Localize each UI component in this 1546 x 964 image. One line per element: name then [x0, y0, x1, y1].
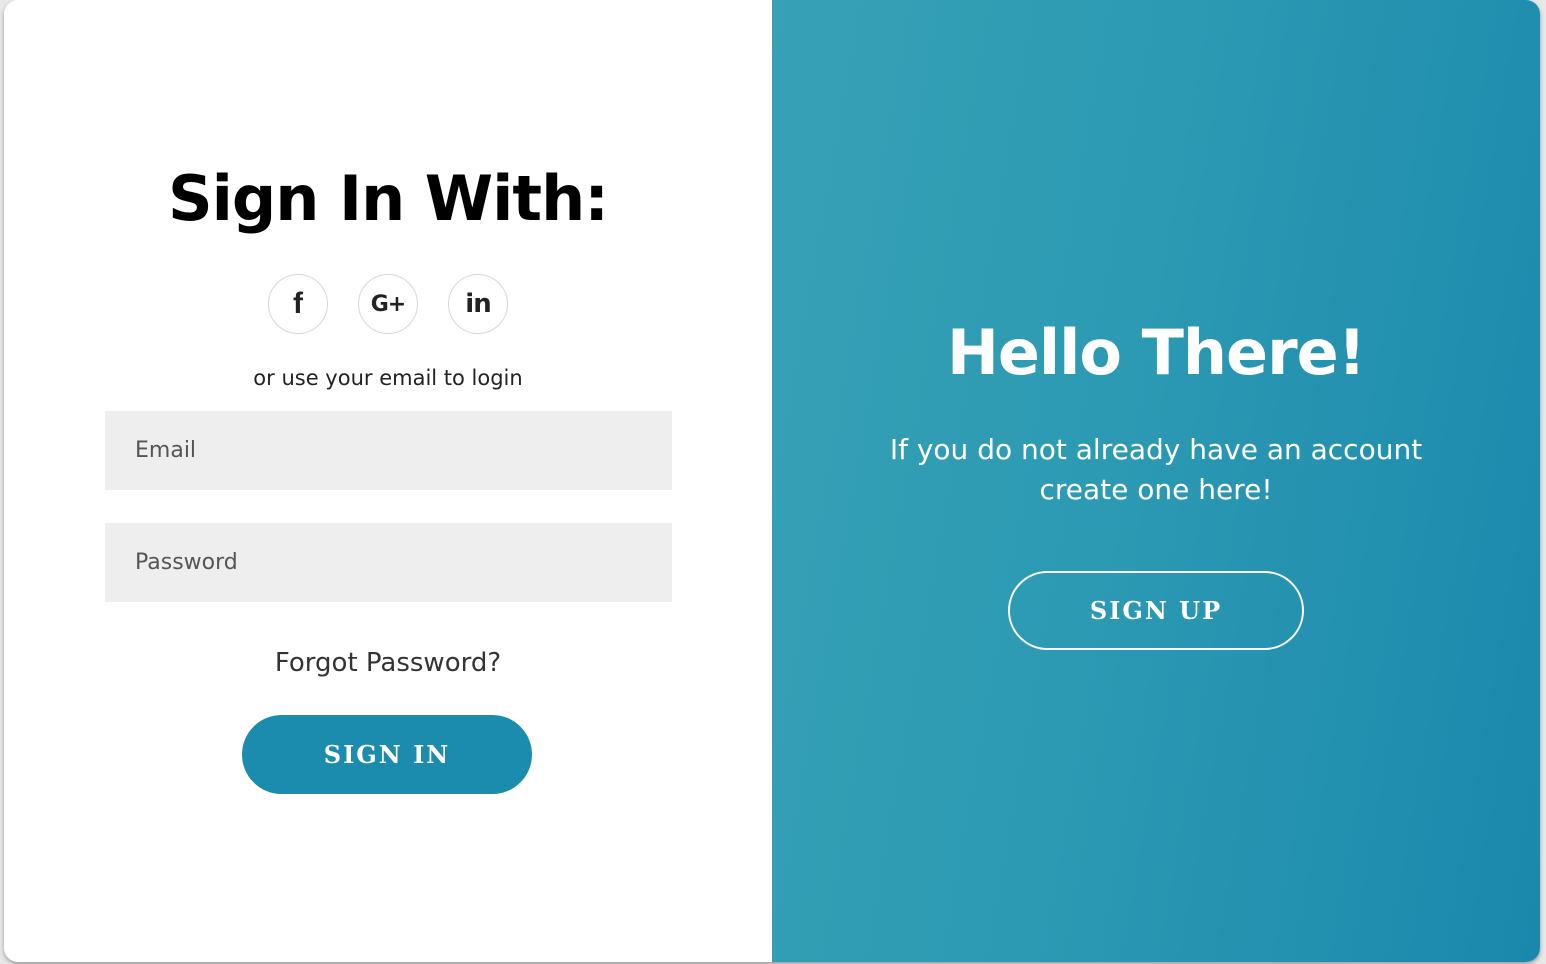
signin-title: Sign In With:: [167, 162, 609, 235]
sign-in-button[interactable]: SIGN IN: [242, 715, 532, 794]
linkedin-icon: in: [465, 289, 491, 319]
signin-panel: Sign In With: f G+ in or use your email …: [4, 0, 772, 962]
linkedin-button[interactable]: in: [448, 274, 508, 334]
google-plus-button[interactable]: G+: [358, 274, 418, 334]
google-plus-icon: G+: [370, 291, 406, 317]
email-login-hint: or use your email to login: [253, 366, 523, 390]
social-login-row: f G+ in: [4, 274, 772, 334]
forgot-password-link[interactable]: Forgot Password?: [4, 648, 772, 678]
signup-title: Hello There!: [946, 316, 1366, 389]
signup-subtitle: If you do not already have an account cr…: [889, 433, 1423, 506]
sign-up-button[interactable]: SIGN UP: [1008, 571, 1304, 650]
facebook-button[interactable]: f: [268, 274, 328, 334]
password-field[interactable]: [105, 523, 672, 602]
email-field[interactable]: [105, 411, 672, 490]
auth-card: Sign In With: f G+ in or use your email …: [4, 0, 1540, 962]
facebook-icon: f: [293, 287, 303, 320]
signup-panel: Hello There! If you do not already have …: [772, 0, 1540, 962]
